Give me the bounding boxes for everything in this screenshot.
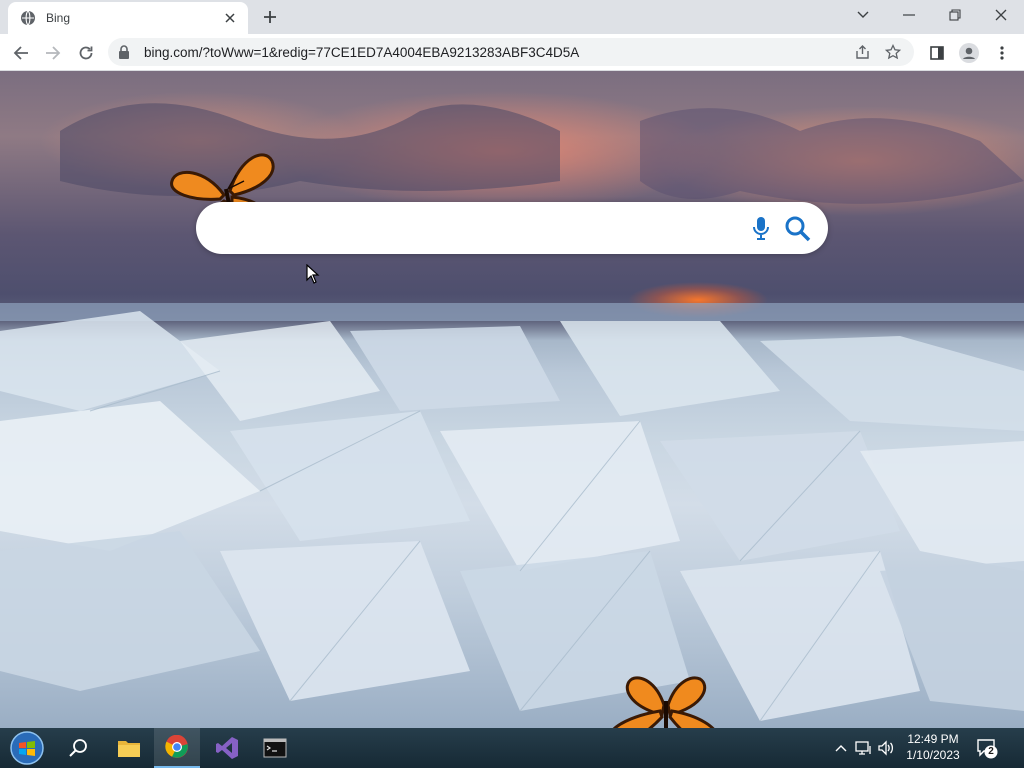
tab-bing[interactable]: Bing — [8, 2, 248, 34]
windows-start-icon[interactable] — [4, 728, 50, 768]
side-panel-icon[interactable] — [923, 39, 951, 67]
chevron-down-icon[interactable] — [845, 4, 881, 26]
globe-icon — [20, 10, 36, 26]
clock-time: 12:49 PM — [907, 732, 959, 746]
file-explorer-icon[interactable] — [106, 728, 152, 768]
address-bar[interactable]: bing.com/?toWww=1&redig=77CE1ED7A4004EBA… — [108, 38, 914, 66]
terminal-icon[interactable] — [252, 728, 298, 768]
tab-title: Bing — [46, 11, 71, 25]
clock-date: 1/10/2023 — [906, 748, 960, 762]
bing-homepage — [0, 71, 1024, 728]
kebab-menu-icon[interactable] — [988, 39, 1016, 67]
microphone-icon[interactable] — [747, 214, 775, 242]
back-arrow-icon[interactable] — [7, 39, 35, 67]
visual-studio-icon[interactable] — [204, 728, 250, 768]
mouse-cursor-icon — [306, 264, 320, 284]
profile-icon[interactable] — [955, 39, 983, 67]
notification-count: 2 — [988, 746, 994, 757]
volume-icon[interactable] — [876, 738, 896, 758]
browser-toolbar: bing.com/?toWww=1&redig=77CE1ED7A4004EBA… — [0, 34, 1024, 71]
forward-arrow-icon[interactable] — [39, 39, 67, 67]
reload-icon[interactable] — [72, 39, 100, 67]
search-box[interactable] — [196, 202, 828, 254]
close-icon[interactable] — [983, 4, 1019, 26]
taskbar: 12:49 PM 1/10/2023 2 — [0, 728, 1024, 768]
chevron-up-icon[interactable] — [831, 738, 851, 758]
background-image — [0, 103, 1024, 722]
restore-icon[interactable] — [937, 4, 973, 26]
plus-icon[interactable] — [260, 7, 280, 27]
close-icon[interactable] — [222, 10, 238, 26]
tab-strip: Bing — [0, 0, 1024, 34]
minimize-icon[interactable] — [891, 4, 927, 26]
chrome-icon[interactable] — [154, 728, 200, 768]
butterfly-icon — [612, 676, 715, 728]
network-icon[interactable] — [854, 738, 874, 758]
action-center-icon[interactable]: 2 — [976, 737, 998, 759]
url-text[interactable]: bing.com/?toWww=1&redig=77CE1ED7A4004EBA… — [144, 45, 844, 60]
search-input[interactable] — [220, 212, 740, 244]
share-icon[interactable] — [852, 41, 874, 63]
star-icon[interactable] — [882, 41, 904, 63]
magnifier-icon[interactable] — [783, 214, 813, 244]
search-icon[interactable] — [55, 728, 101, 768]
system-clock[interactable]: 12:49 PM 1/10/2023 — [900, 731, 966, 763]
lock-icon[interactable] — [118, 45, 132, 59]
